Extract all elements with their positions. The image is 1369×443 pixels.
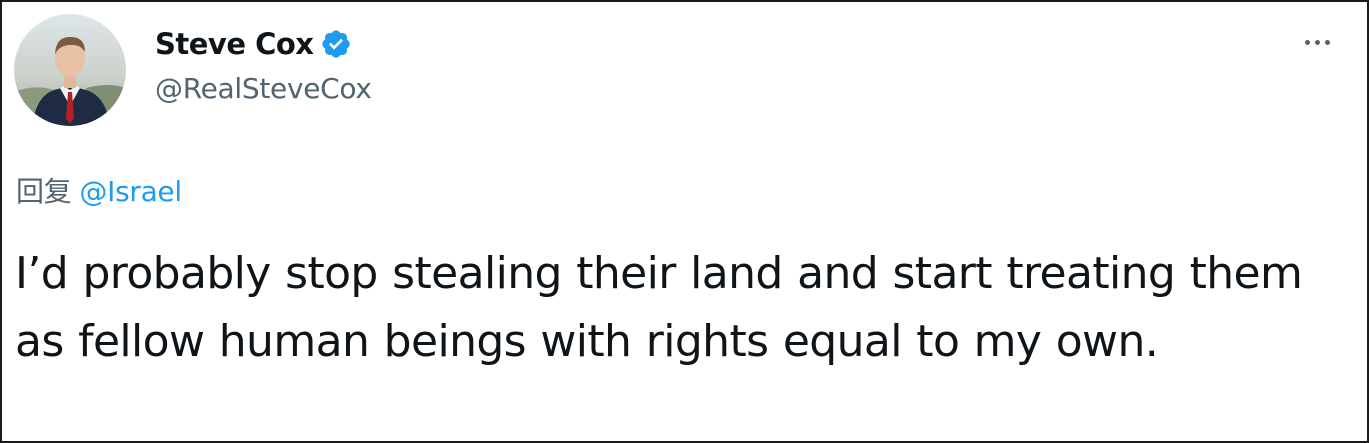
author-handle[interactable]: @RealSteveCox	[155, 72, 372, 105]
reply-context: 回复 @Israel	[16, 170, 182, 210]
reply-prefix: 回复	[16, 175, 72, 208]
tweet-card[interactable]: Steve Cox @RealSteveCox 回复 @Israel I’d pr…	[0, 0, 1369, 443]
verified-badge-icon	[320, 28, 352, 60]
user-avatar-photo	[14, 14, 126, 126]
reply-mention-link[interactable]: @Israel	[79, 175, 182, 208]
author-display-name[interactable]: Steve Cox	[155, 27, 314, 61]
author-name-row[interactable]: Steve Cox	[155, 24, 352, 64]
more-options-icon[interactable]	[1297, 30, 1337, 54]
avatar[interactable]	[14, 14, 126, 126]
tweet-text: I’d probably stop stealing their land an…	[15, 248, 1303, 367]
